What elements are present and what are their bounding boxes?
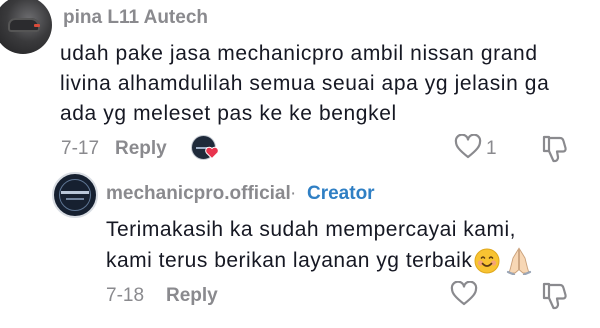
creator-heart-icon [205, 146, 219, 159]
reply-date: 7-18 [106, 285, 145, 306]
like-heart-icon[interactable] [454, 134, 482, 160]
comment-reply-button[interactable]: Reply [115, 138, 167, 160]
comment-text-line: udah pake jasa mechanicpro ambil nissan … [60, 42, 538, 65]
comment-text-line: ada yg meleset pas ke ke bengkel [60, 102, 397, 125]
reply-avatar-logo [61, 191, 89, 194]
creator-badge: Creator [307, 183, 375, 204]
reply-dislike-icon[interactable] [540, 281, 568, 311]
car-taillight [34, 24, 40, 27]
folded-hands-icon [506, 246, 532, 275]
reply-username[interactable]: mechanicpro.official [106, 183, 291, 205]
comment-username[interactable]: pina L11 Autech [63, 7, 208, 29]
reply-separator: · [290, 183, 297, 204]
reply-text: Terimakasih ka sudah mempercayai kami, k… [106, 214, 576, 276]
reply-avatar[interactable] [52, 172, 98, 218]
reply-reply-button[interactable]: Reply [166, 285, 218, 307]
comment-text-line: livina alhamdulilah semua seuai apa yg j… [60, 72, 550, 95]
reply-like-heart-icon[interactable] [450, 281, 478, 307]
commenter-avatar[interactable] [0, 0, 52, 54]
comment-text: udah pake jasa mechanicpro ambil nissan … [60, 39, 580, 129]
comment-date: 7-17 [61, 138, 100, 159]
dislike-icon[interactable] [540, 134, 568, 164]
like-count: 1 [486, 138, 497, 159]
smiling-face-icon [474, 248, 500, 274]
reply-text-line: Terimakasih ka sudah mempercayai kami, [106, 218, 516, 241]
reply-avatar-logo-sub [66, 198, 84, 200]
reply-avatar-ring [59, 179, 91, 211]
reply-text-line-wrap: kami terus berikan layanan yg terbaik [106, 245, 576, 276]
reply-text-line: kami terus berikan layanan yg terbaik [106, 249, 473, 272]
